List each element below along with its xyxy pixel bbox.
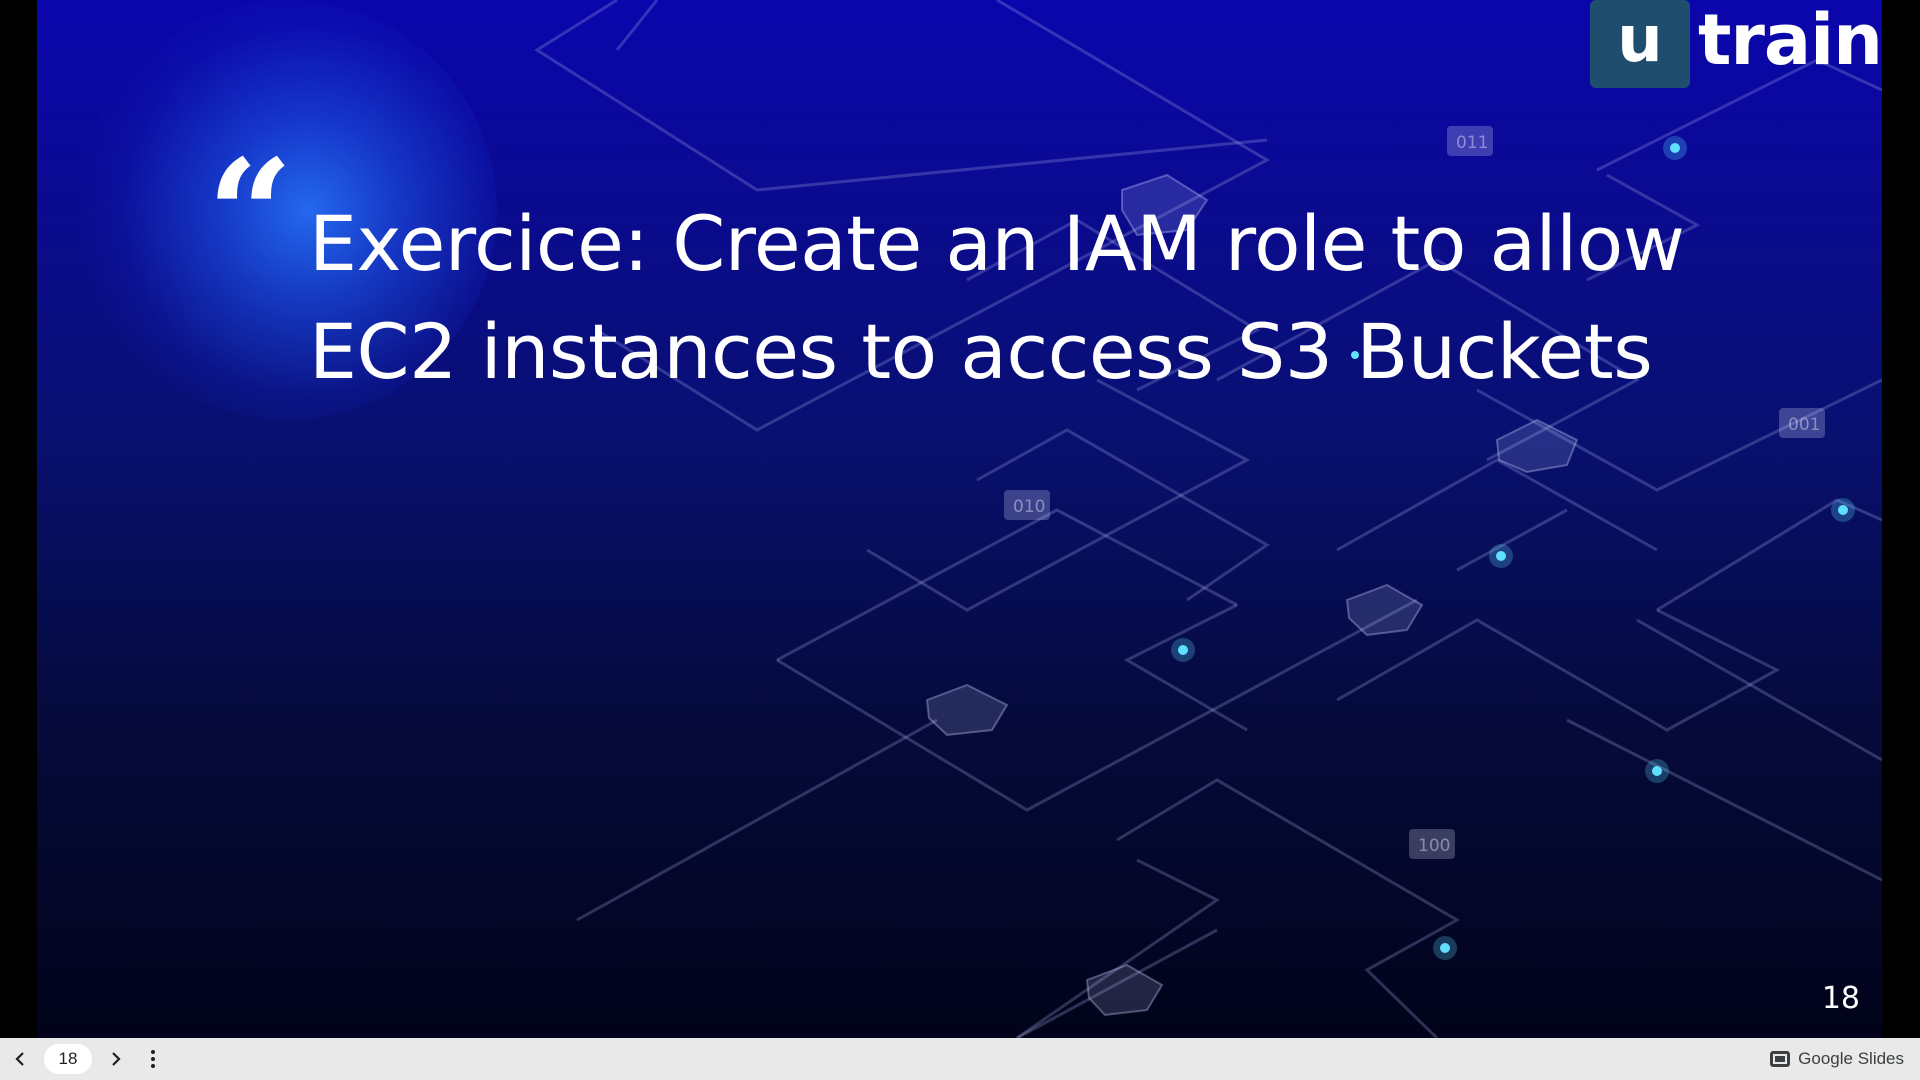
circuit-tag-010: 010 [1013,497,1045,517]
more-vert-icon-dot [151,1064,155,1068]
slide-canvas: 011 001 010 100 u train “ Exercice: Crea… [37,0,1882,1038]
previous-slide-button[interactable] [0,1038,40,1080]
circuit-background: 011 001 010 100 [534,0,1882,1038]
chevron-right-icon [112,1052,121,1066]
circuit-tag-011: 011 [1456,133,1488,153]
logo-wordmark: train [1697,0,1882,81]
chevron-left-icon [15,1052,24,1066]
presentation-toolbar: 18 Google Slides [0,1038,1920,1080]
slide-number: 18 [1821,981,1860,1016]
page-number-input[interactable]: 18 [44,1044,92,1074]
slide-title: Exercice: Create an IAM role to allow EC… [309,199,1685,396]
brand-label: Google Slides [1798,1049,1904,1068]
next-slide-button[interactable] [96,1038,136,1080]
slides-icon [1770,1051,1791,1067]
more-vert-icon-dot [151,1057,155,1061]
circuit-tag-001: 001 [1788,415,1820,435]
more-options-button[interactable] [136,1038,170,1080]
google-slides-link[interactable]: Google Slides [1770,1038,1904,1080]
slides-viewer: 011 001 010 100 u train “ Exercice: Crea… [0,0,1920,1080]
circuit-tag-100: 100 [1418,836,1450,856]
more-vert-icon-dot [151,1050,155,1054]
logo-mark: u [1589,0,1690,88]
utrain-logo: u train [1589,0,1882,90]
quote-icon: “ [207,127,294,303]
